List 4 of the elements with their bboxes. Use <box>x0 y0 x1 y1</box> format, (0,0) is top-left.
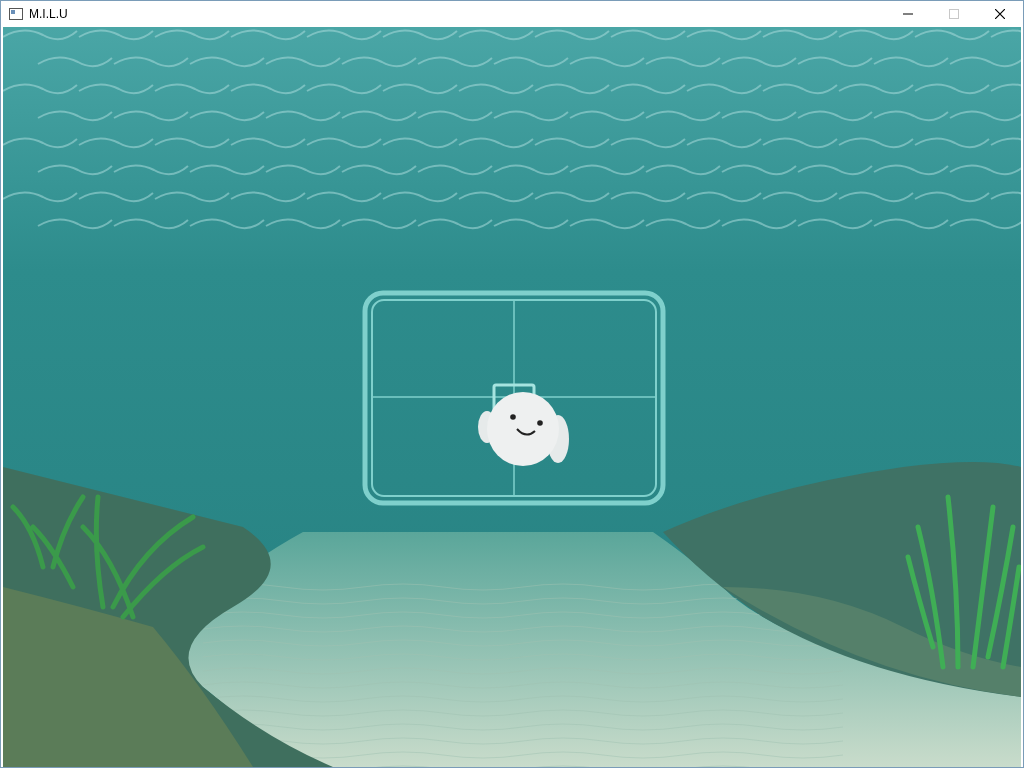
close-icon <box>995 9 1005 19</box>
app-icon <box>9 7 23 21</box>
window-title: M.I.L.U <box>29 7 69 21</box>
maximize-icon <box>949 9 959 19</box>
